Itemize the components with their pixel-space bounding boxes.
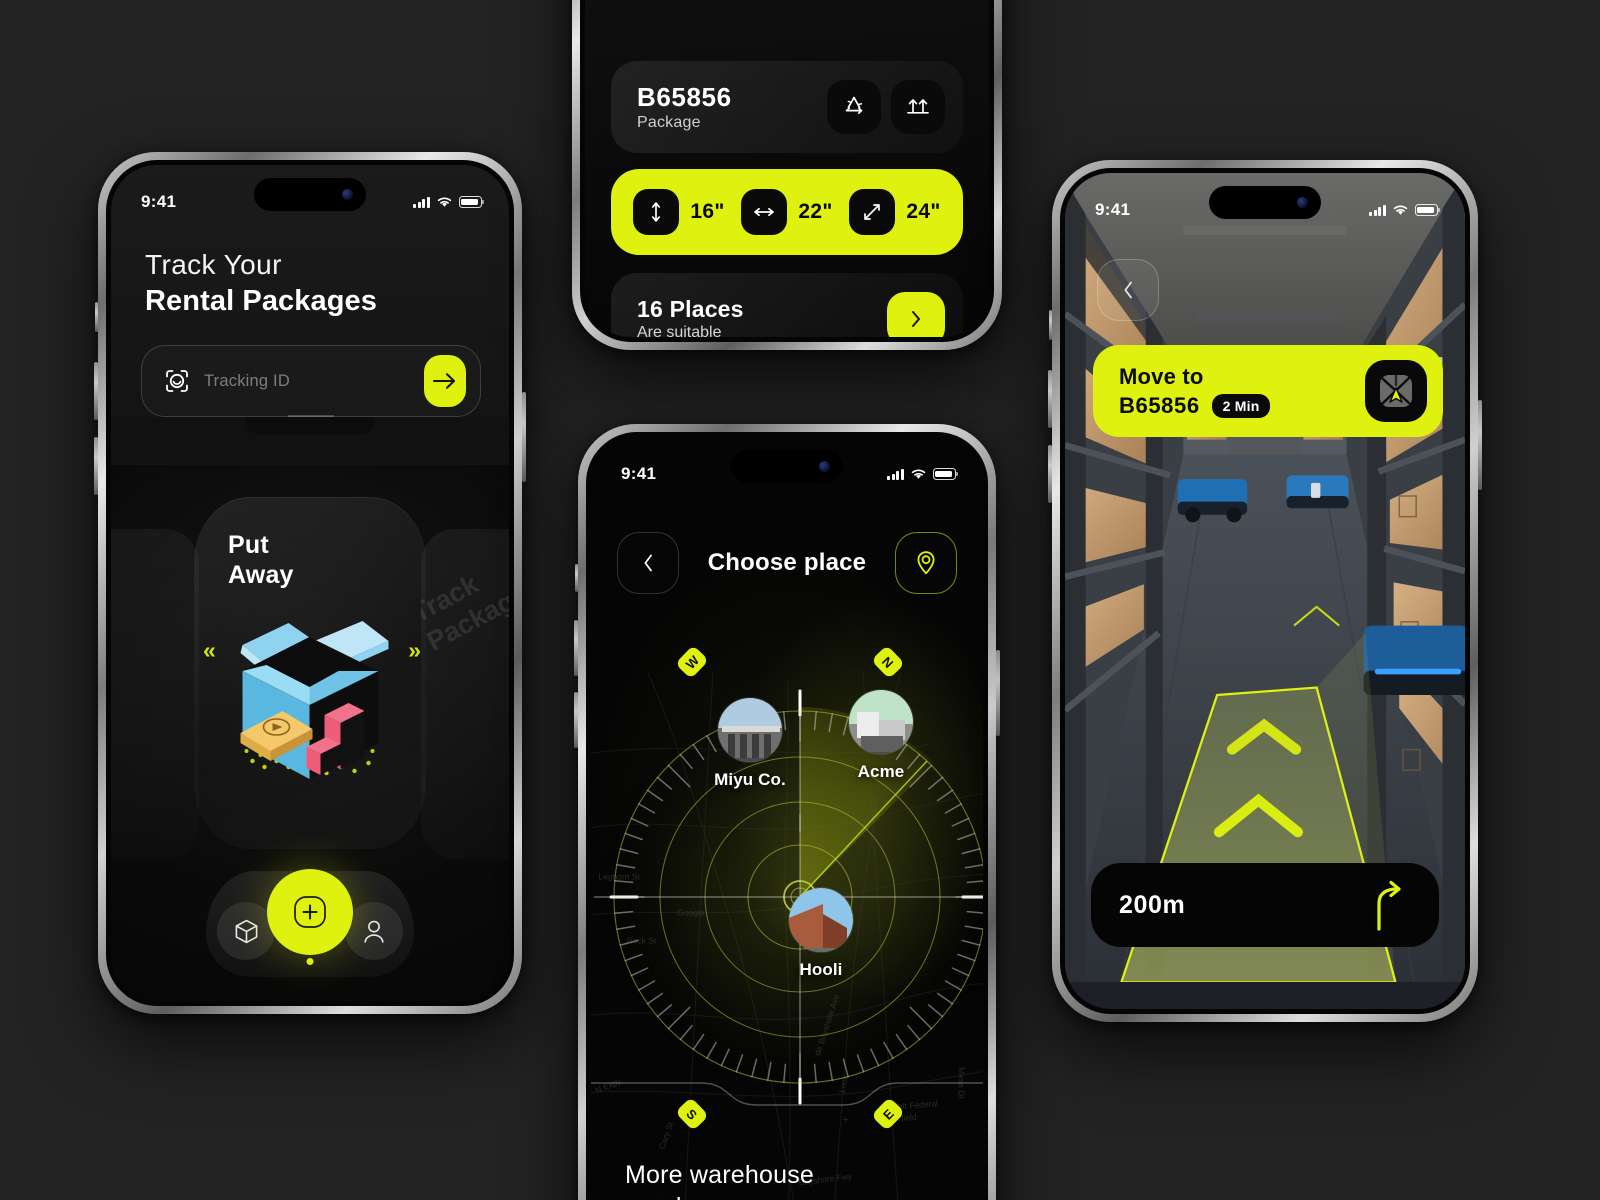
package-label: Package [637, 114, 701, 131]
page-title: Choose place [707, 549, 867, 576]
status-time: 9:41 [621, 464, 657, 483]
chevron-left-icon [1124, 281, 1132, 299]
wifi-icon [437, 197, 452, 207]
carousel-card-prev[interactable] [111, 529, 199, 859]
recycle-icon [845, 96, 863, 115]
title-line-1: Track Your [145, 249, 282, 280]
open-box-illustration [240, 621, 389, 779]
places-go-button[interactable] [887, 292, 945, 337]
eta-badge: 2 Min [1211, 394, 1271, 419]
plus-icon [294, 896, 326, 928]
recycle-button[interactable] [827, 80, 881, 134]
map-pin-icon [917, 551, 935, 575]
move-to-banner[interactable]: Move to B65856 2 Min [1093, 345, 1443, 437]
home-indicator-dot [306, 958, 314, 965]
phone-ar-navigation: 9:41 Move to B65856 2 Min 200m [1048, 160, 1482, 1022]
place-pin-acme[interactable]: Acme [826, 689, 936, 782]
page-title: Track Your Rental Packages [145, 249, 479, 318]
carousel-title-line-2: Away [228, 560, 294, 589]
this-side-up-button[interactable] [891, 80, 945, 134]
dynamic-island [731, 450, 843, 483]
more-warehouses-label: More warehouse nearby [625, 1159, 949, 1200]
dimension-item: 16" [633, 189, 724, 235]
arrow-right-icon [432, 373, 456, 389]
carousel-card-next[interactable]: Track Package [421, 529, 509, 859]
place-thumbnail [848, 689, 914, 755]
map-top-bar: Choose place [617, 529, 957, 597]
title-line-2: Rental Packages [145, 285, 378, 317]
place-thumbnail [788, 887, 854, 953]
place-thumbnail [717, 697, 783, 763]
depth-arrow-icon [849, 189, 896, 235]
place-name: Miyu Co. [714, 770, 786, 789]
width-arrow-icon [741, 189, 788, 235]
map-navigation-icon[interactable] [1365, 360, 1427, 422]
distance-bar: 200m [1091, 863, 1439, 947]
dimension-item: 24" [849, 189, 940, 235]
place-pin-hooli[interactable]: Hooli [766, 887, 876, 980]
carousel-card-title: Put Away [228, 531, 294, 590]
add-package-button[interactable] [267, 869, 353, 955]
carousel-title-line-1: Put [228, 531, 269, 559]
height-arrow-icon [633, 189, 680, 235]
dimension-value: 22" [798, 200, 833, 223]
move-to-label: Move to [1119, 363, 1204, 389]
action-carousel: Track Package Put Away « » [111, 465, 509, 1001]
footer-line-1: More warehouse [625, 1161, 815, 1189]
back-button[interactable] [617, 532, 679, 594]
dimension-value: 24" [906, 200, 941, 223]
battery-icon [1415, 204, 1440, 216]
package-dimensions-bar: 16" 22" 24" [611, 169, 963, 255]
package-summary-card[interactable]: B65856 Package [611, 61, 963, 153]
destination-id: B65856 [1119, 393, 1200, 419]
chevron-right-icon [912, 311, 920, 327]
signal-bars-icon [886, 468, 904, 480]
user-profile-icon [364, 920, 384, 943]
phone-home-screen: 9:41 Track Your Rental Packages Tracking… [94, 152, 526, 1014]
bottom-sheet-handle [591, 1082, 983, 1106]
carousel-next-ghost-label: Track Package [421, 568, 509, 657]
battery-icon [459, 196, 484, 208]
section-divider [111, 417, 509, 443]
places-count: 16 Places [637, 296, 744, 322]
distance-value: 200m [1119, 890, 1186, 919]
showcase-canvas: 9:41 Track Your Rental Packages Tracking… [0, 0, 1600, 1200]
search-submit-button[interactable] [424, 355, 466, 407]
battery-icon [933, 468, 958, 480]
status-time: 9:41 [1095, 200, 1131, 219]
back-button[interactable] [1097, 259, 1159, 321]
signal-bars-icon [412, 196, 430, 208]
signal-bars-icon [1368, 204, 1386, 216]
package-id: B65856 [637, 82, 732, 112]
dynamic-island [1209, 186, 1321, 219]
locate-me-button[interactable] [894, 532, 957, 594]
wifi-icon [911, 469, 926, 479]
place-name: Hooli [799, 960, 843, 979]
places-subtitle: Are suitable [637, 324, 722, 337]
dimension-value: 16" [690, 200, 725, 223]
wifi-icon [1393, 205, 1408, 215]
nav-profile-button[interactable] [345, 902, 403, 960]
search-input[interactable] [204, 371, 424, 391]
status-time: 9:41 [141, 192, 177, 211]
footer-line-2: nearby [625, 1191, 949, 1200]
suitable-places-card[interactable]: 16 Places Are suitable [611, 273, 963, 337]
dynamic-island [254, 178, 366, 211]
place-name: Acme [857, 762, 905, 781]
this-side-up-icon [907, 99, 929, 114]
tracking-search-bar[interactable] [141, 345, 481, 417]
phone-choose-place: Leghorn St Rock St Google Moffett Federa… [574, 424, 1000, 1200]
package-cube-icon [235, 919, 257, 943]
chevron-left-icon [644, 554, 652, 572]
dimension-item: 22" [741, 189, 832, 235]
place-pin-miyu[interactable]: Miyu Co. [690, 697, 810, 790]
turn-right-arrow-icon [1377, 880, 1401, 931]
phone-package-detail: B65856 Package 16" 22" 24" 16 Places Are… [572, 0, 1002, 350]
scan-id-icon [164, 368, 190, 394]
